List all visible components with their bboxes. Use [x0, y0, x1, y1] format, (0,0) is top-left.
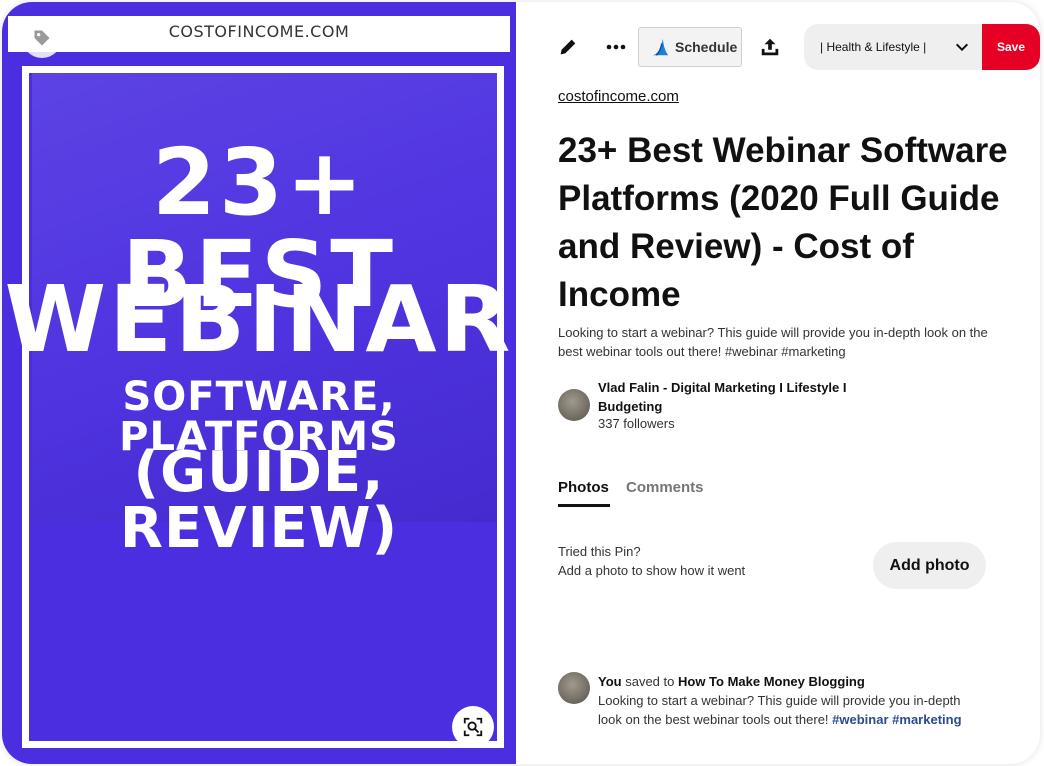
image-site-banner: COSTOFINCOME.COM	[168, 22, 350, 41]
ellipsis-icon	[606, 44, 626, 50]
active-tab-indicator	[558, 504, 610, 507]
more-options-button[interactable]	[600, 31, 632, 63]
hashtag-marketing[interactable]: #marketing	[892, 712, 961, 727]
user-avatar[interactable]	[558, 672, 590, 704]
pencil-icon	[560, 39, 576, 55]
creator-followers: 337 followers	[598, 416, 675, 431]
pin-title: 23+ Best Webinar Software Platforms (202…	[558, 131, 1008, 314]
add-photo-button[interactable]: Add photo	[873, 542, 986, 589]
creator-block[interactable]: Vlad Falin - Digital Marketing I Lifesty…	[558, 378, 998, 438]
schedule-label: Schedule	[675, 39, 738, 55]
pin-image[interactable]: COSTOFINCOME.COM 23+ BEST WEBINAR SOFTWA…	[2, 2, 516, 764]
pin-card: COSTOFINCOME.COM 23+ BEST WEBINAR SOFTWA…	[2, 2, 1040, 764]
tried-subtitle: Add a photo to show how it went	[558, 563, 746, 578]
visual-search-button[interactable]	[452, 706, 494, 748]
creator-name[interactable]: Vlad Falin - Digital Marketing I Lifesty…	[598, 378, 898, 416]
source-link[interactable]: costofincome.com	[558, 88, 679, 105]
save-button[interactable]: Save	[982, 24, 1040, 70]
activity-board[interactable]: How To Make Money Blogging	[678, 674, 865, 689]
activity-user[interactable]: You	[598, 674, 622, 689]
activity-verb: saved to	[625, 674, 675, 689]
tried-this-pin: Tried this Pin? Add a photo to show how …	[558, 542, 745, 580]
lens-search-icon	[463, 717, 483, 737]
chevron-down-icon	[955, 43, 969, 52]
board-select-label: | Health & Lifestyle |	[820, 40, 927, 54]
schedule-logo-icon	[652, 38, 669, 56]
board-select[interactable]: | Health & Lifestyle |	[804, 24, 982, 70]
tab-comments[interactable]: Comments	[626, 479, 704, 496]
image-headline-line2: WEBINAR	[4, 266, 514, 373]
tab-bar: Photos Comments	[558, 479, 858, 509]
activity-text: You saved to How To Make Money Blogging …	[598, 672, 978, 729]
tab-photos[interactable]: Photos	[558, 479, 609, 496]
pin-toolbar: Schedule | Health & Lifestyle | Save	[552, 24, 1040, 70]
tag-button[interactable]	[22, 18, 62, 58]
schedule-button[interactable]: Schedule	[638, 27, 742, 67]
tried-title: Tried this Pin?	[558, 544, 641, 559]
tag-icon	[34, 30, 50, 46]
hashtag-webinar[interactable]: #webinar	[832, 712, 888, 727]
share-upload-icon	[761, 38, 779, 56]
edit-button[interactable]	[552, 31, 584, 63]
creator-avatar[interactable]	[558, 389, 590, 421]
share-button[interactable]	[754, 31, 786, 63]
pin-description: Looking to start a webinar? This guide w…	[558, 325, 988, 359]
image-subline-line4: (GUIDE, REVIEW)	[119, 440, 399, 561]
